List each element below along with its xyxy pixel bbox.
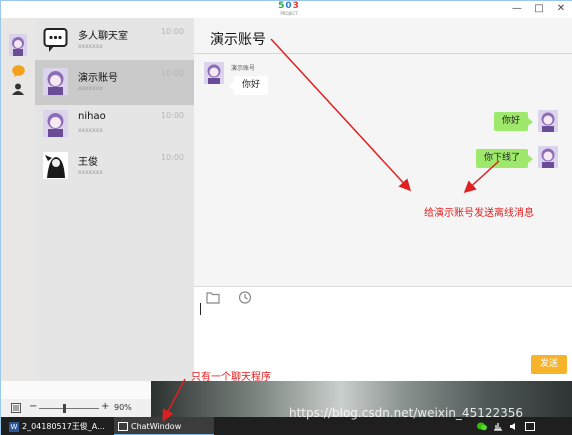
minimize-button[interactable]: — — [510, 3, 524, 15]
volume-tray-icon[interactable] — [509, 422, 519, 431]
conversation-item-nihao[interactable]: nihao xxxxxxx 10:00 — [35, 102, 194, 147]
divider — [194, 53, 572, 54]
word-app-icon: W — [9, 421, 19, 432]
close-button[interactable]: ✕ — [554, 3, 568, 15]
folder-icon[interactable] — [206, 291, 220, 304]
message-input-area[interactable]: 发送 — [194, 286, 572, 381]
app-logo: 503 PROJECT — [269, 1, 309, 18]
logo-digit: 0 — [285, 1, 293, 11]
message-bubble: 你好 — [228, 76, 269, 95]
zoom-slider-thumb[interactable] — [63, 404, 66, 413]
my-avatar[interactable] — [9, 34, 27, 56]
document-page-edge — [1, 381, 151, 399]
conversation-name: nihao — [78, 111, 106, 122]
conversation-time: 10:00 — [160, 27, 184, 36]
csdn-watermark: https://blog.csdn.net/weixin_45122356 — [289, 406, 524, 420]
conversation-time: 10:00 — [160, 153, 184, 162]
logo-subtitle: PROJECT — [280, 11, 298, 16]
ime-tray-icon[interactable] — [525, 422, 535, 431]
zoom-slider-track[interactable] — [39, 408, 99, 409]
taskbar-word-label: 2_04180517王俊_A... — [22, 422, 105, 431]
taskbar-chatwindow-label: ChatWindow — [131, 422, 182, 431]
group-chat-icon — [43, 28, 68, 52]
message-sender: 演示账号 — [231, 65, 256, 72]
contact-avatar[interactable] — [204, 62, 224, 84]
taskbar-chatwindow-task[interactable]: ChatWindow — [114, 417, 214, 435]
message-bubble: 你下线了 — [475, 149, 534, 168]
my-message-avatar[interactable] — [538, 146, 558, 168]
annotation-offline-message: 给演示账号发送离线消息 — [424, 208, 534, 219]
conversation-list: 多人聊天室 xxxxxxx 10:00 演示账号 xxxxxxx 10:00 n… — [35, 18, 194, 381]
network-tray-icon[interactable] — [493, 422, 503, 431]
taskbar-word-task[interactable]: W 2_04180517王俊_A... — [9, 417, 109, 435]
maximize-button[interactable]: □ — [532, 3, 546, 15]
conversation-preview: xxxxxxx — [78, 85, 103, 92]
message-bubble: 你好 — [493, 112, 534, 131]
chat-panel: 演示账号 演示账号 你好 你好 你下线了 发送 — [194, 18, 572, 381]
chat-bubble-icon[interactable] — [12, 65, 25, 77]
word-status-bar: − + 90% — [1, 399, 151, 417]
title-bar[interactable]: 503 PROJECT — □ ✕ — [1, 1, 572, 18]
conversation-time: 10:00 — [160, 69, 184, 78]
bw-avatar — [43, 152, 68, 179]
conversation-preview: xxxxxxx — [78, 127, 103, 134]
conversation-time: 10:00 — [160, 111, 184, 120]
annotation-single-program: 只有一个聊天程序 — [191, 372, 271, 383]
window-app-icon — [118, 422, 128, 431]
anime-avatar — [43, 68, 68, 95]
chat-title: 演示账号 — [210, 32, 266, 48]
conversation-name: 演示账号 — [78, 73, 118, 84]
history-clock-icon[interactable] — [238, 291, 252, 304]
text-caret — [200, 303, 201, 315]
contacts-icon[interactable] — [12, 83, 24, 95]
wechat-tray-icon[interactable] — [477, 422, 487, 431]
conversation-name: 王俊 — [78, 157, 98, 168]
conversation-preview: xxxxxxx — [78, 43, 103, 50]
zoom-level[interactable]: 90% — [114, 403, 132, 412]
my-message-avatar[interactable] — [538, 110, 558, 132]
zoom-out-button[interactable]: − — [29, 401, 37, 412]
web-layout-icon[interactable] — [11, 403, 21, 413]
anime-avatar — [43, 110, 68, 137]
conversation-item-group[interactable]: 多人聊天室 xxxxxxx 10:00 — [35, 18, 194, 63]
logo-digit: 3 — [292, 1, 300, 11]
zoom-in-button[interactable]: + — [101, 401, 109, 412]
conversation-preview: xxxxxxx — [78, 169, 103, 176]
conversation-item-demo[interactable]: 演示账号 xxxxxxx 10:00 — [35, 60, 194, 105]
screenshot-root: 503 PROJECT — □ ✕ 多人聊天室 xxxxxxx 10:00 演示… — [0, 0, 572, 435]
conversation-item-wangjun[interactable]: 王俊 xxxxxxx 10:00 — [35, 144, 194, 189]
conversation-name: 多人聊天室 — [78, 31, 128, 42]
nav-rail — [1, 18, 35, 381]
send-button[interactable]: 发送 — [531, 355, 567, 374]
